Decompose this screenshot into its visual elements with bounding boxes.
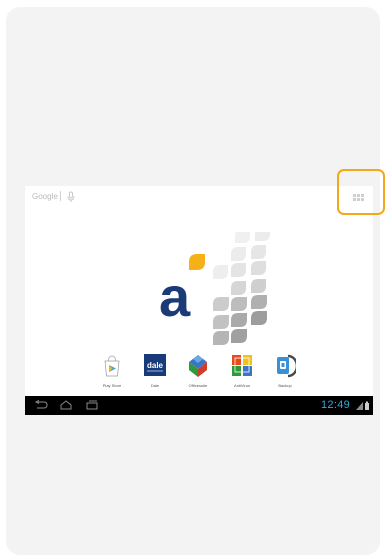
dale-icon: dale (144, 354, 166, 376)
recent-apps-icon[interactable] (85, 400, 99, 410)
app-label-dale: Dale (150, 383, 160, 388)
app-dale[interactable]: dale Dale (140, 352, 170, 392)
google-search-label[interactable]: Google (32, 192, 58, 201)
app-officesuite[interactable]: Officesuite (183, 352, 213, 392)
search-divider (60, 191, 61, 201)
back-icon[interactable] (34, 400, 48, 410)
highlight-box (337, 169, 385, 215)
status-clock: 12:49 (321, 399, 351, 411)
signal-battery-icon (356, 401, 369, 410)
microphone-icon[interactable] (65, 190, 77, 204)
home-icon[interactable] (59, 400, 73, 410)
logo-accent-drop (189, 254, 205, 270)
app-play-store[interactable]: Play Store (97, 352, 127, 392)
officesuite-icon (189, 355, 207, 377)
app-antivirus[interactable]: AntiVirus (227, 352, 257, 392)
svg-text:dale: dale (147, 361, 164, 370)
backup-icon (277, 354, 296, 378)
antivirus-icon (232, 355, 252, 376)
play-store-icon (104, 355, 120, 377)
app-label-play-store: Play Store (102, 383, 122, 388)
logo-pattern-drops (213, 232, 270, 345)
app-label-antivirus: AntiVirus (234, 383, 250, 388)
app-label-backup: Backup (278, 383, 292, 388)
app-backup[interactable]: Backup (270, 352, 300, 392)
app-label-officesuite: Officesuite (188, 383, 208, 388)
search-bar[interactable]: Google (25, 186, 373, 208)
system-navigation-bar: 12:49 (25, 396, 373, 415)
brand-logo: a (159, 232, 270, 345)
tablet-home-screen: Google a Play Store dale Dale Officesuit… (25, 186, 373, 415)
app-dock: Play Store dale Dale Officesuite AntiVir… (95, 352, 305, 392)
logo-letter: a (159, 265, 191, 328)
